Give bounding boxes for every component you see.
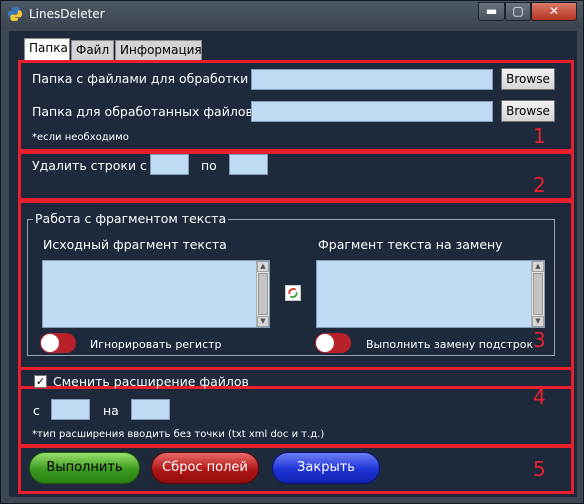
ext-to-label: на xyxy=(103,403,119,418)
scroll-thumb[interactable] xyxy=(533,273,543,315)
tab-label: Файл xyxy=(76,43,110,57)
extension-note: *тип расширения вводить без точки (txt x… xyxy=(32,429,325,440)
run-button[interactable]: Выполнить xyxy=(29,452,140,484)
maximize-icon: ▢ xyxy=(512,4,524,18)
source-folder-label: Папка с файлами для обработки xyxy=(32,71,249,86)
delete-lines-from-label: Удалить строки с xyxy=(32,158,147,173)
ext-from-label: с xyxy=(33,403,40,418)
app-window: LinesDeleter ▬ ▢ ✕ Папка Файл Информация… xyxy=(0,0,584,504)
tab-label: Папка xyxy=(29,41,68,55)
dest-folder-label: Папка для обработанных файлов xyxy=(32,104,253,119)
scroll-down-arrow-icon[interactable]: ▼ xyxy=(257,316,269,327)
close-button[interactable]: Закрыть xyxy=(272,452,380,484)
source-folder-input[interactable] xyxy=(251,69,493,90)
close-window-button[interactable]: ✕ xyxy=(531,2,577,21)
ext-from-input[interactable] xyxy=(51,399,90,420)
line-to-label: по xyxy=(201,158,217,173)
ignore-case-label: Игнорировать регистр xyxy=(90,338,222,351)
tab-info[interactable]: Информация xyxy=(115,40,202,60)
source-fragment-label: Исходный фрагмент текста xyxy=(43,237,227,252)
browse-source-button[interactable]: Browse xyxy=(501,68,555,90)
scroll-up-arrow-icon[interactable]: ▲ xyxy=(257,261,269,272)
title-bar[interactable]: LinesDeleter ▬ ▢ ✕ xyxy=(1,1,583,29)
tab-folder[interactable]: Папка xyxy=(24,38,70,60)
change-extension-label: Сменить расширение файлов xyxy=(53,374,249,389)
swap-icon[interactable] xyxy=(285,285,301,301)
close-icon: ✕ xyxy=(548,4,560,18)
section-5-number: 5 xyxy=(533,457,546,481)
ext-to-input[interactable] xyxy=(131,399,170,420)
change-extension-checkbox[interactable]: ✓ xyxy=(34,375,47,388)
text-fragment-group-title: Работа с фрагментом текста xyxy=(33,211,229,226)
source-fragment-scrollbar[interactable]: ▲ ▼ xyxy=(256,261,269,327)
section-2-number: 2 xyxy=(533,173,546,197)
line-to-input[interactable] xyxy=(229,154,268,175)
section-4-number: 4 xyxy=(533,385,546,409)
line-from-input[interactable] xyxy=(150,154,189,175)
replace-fragment-textarea[interactable]: ▲ ▼ xyxy=(316,260,545,328)
tab-label: Информация xyxy=(120,43,202,57)
replace-substrings-label: Выполнить замену подстрок xyxy=(366,338,534,351)
replace-fragment-label: Фрагмент текста на замену xyxy=(318,237,503,252)
ignore-case-toggle[interactable] xyxy=(40,333,76,353)
replace-fragment-scrollbar[interactable]: ▲ ▼ xyxy=(531,261,544,327)
python-app-icon xyxy=(8,7,22,21)
scroll-down-arrow-icon[interactable]: ▼ xyxy=(532,316,544,327)
dest-folder-input[interactable] xyxy=(251,101,493,122)
minimize-button[interactable]: ▬ xyxy=(478,2,505,21)
toggle-knob xyxy=(41,334,59,352)
scroll-thumb[interactable] xyxy=(258,273,268,315)
client-area: Папка Файл Информация 1 Папка с файлами … xyxy=(9,31,577,497)
section-1-number: 1 xyxy=(533,124,546,148)
source-fragment-textarea[interactable]: ▲ ▼ xyxy=(42,260,270,328)
replace-substrings-toggle[interactable] xyxy=(315,333,351,353)
toggle-knob xyxy=(316,334,334,352)
optional-note: *если необходимо xyxy=(32,132,129,143)
maximize-button[interactable]: ▢ xyxy=(505,2,531,21)
scroll-up-arrow-icon[interactable]: ▲ xyxy=(532,261,544,272)
window-title: LinesDeleter xyxy=(29,7,105,21)
browse-dest-button[interactable]: Browse xyxy=(501,100,555,122)
minimize-icon: ▬ xyxy=(485,4,498,18)
reset-fields-button[interactable]: Сброс полей xyxy=(151,452,259,484)
tab-file[interactable]: Файл xyxy=(71,40,114,60)
